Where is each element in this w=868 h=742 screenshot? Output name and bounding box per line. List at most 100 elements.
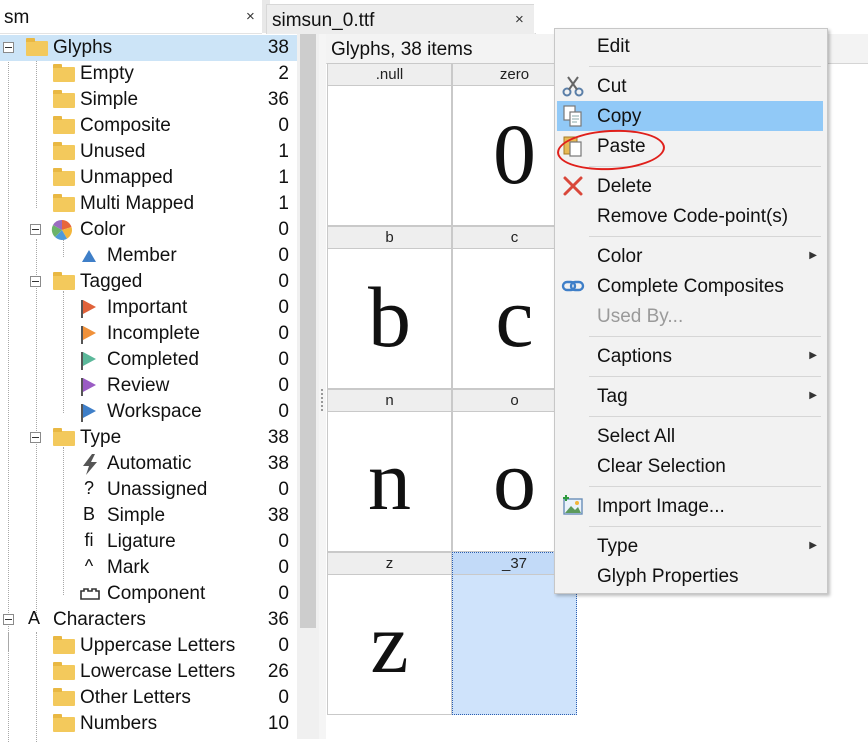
close-icon[interactable]: × [246,8,255,25]
tree-item-numbers[interactable]: Numbers 10 [0,711,297,737]
tree-item-count: 10 [267,713,289,734]
menu-item-delete[interactable]: Delete [557,171,823,201]
menu-item-glyph-properties[interactable]: Glyph Properties [557,561,823,591]
menu-item-color[interactable]: Color ▶ [557,241,823,271]
tree-item-member[interactable]: Member 0 [0,243,297,269]
tree-scrollbar[interactable] [297,34,319,739]
menu-item-copy[interactable]: Copy [557,101,823,131]
glyph-preview: z [370,595,409,691]
tree-item-empty[interactable]: Empty 2 [0,61,297,87]
tree-item-mark[interactable]: ^ Mark 0 [0,555,297,581]
close-icon[interactable]: × [515,11,524,28]
tree-item-label: Review [107,375,170,396]
tree-item-characters[interactable]: A Characters 36 [0,607,297,633]
tree-item-count: 0 [278,323,289,344]
tree-item-uppercase-letters[interactable]: Uppercase Letters 0 [0,633,297,659]
search-tab[interactable]: sm × [0,0,262,34]
triangle-icon [82,250,96,262]
grid-header-text: Glyphs, 38 items [331,39,473,60]
color-wheel-icon [51,219,72,240]
glyph-preview: b [368,269,411,365]
tree-item-type[interactable]: Type 38 [0,425,297,451]
collapse-icon[interactable] [30,224,41,235]
tree-item-count: 0 [278,245,289,266]
submenu-arrow-icon: ▶ [809,250,817,261]
collapse-icon[interactable] [30,432,41,443]
tree-item-count: 38 [267,37,289,58]
tree-item-ligature[interactable]: fi Ligature 0 [0,529,297,555]
menu-item-label: Captions [597,346,672,367]
tree-item-count: 0 [278,583,289,604]
collapse-icon[interactable] [30,276,41,287]
collapse-icon[interactable] [3,42,14,53]
tree-item-glyphs[interactable]: Glyphs 38 [0,35,297,61]
menu-separator [589,236,821,237]
tree-item-completed[interactable]: Completed 0 [0,347,297,373]
tree-item-label: Ligature [107,531,176,552]
image-icon [563,495,583,515]
menu-item-remove-codepoints[interactable]: Remove Code-point(s) [557,201,823,231]
folder-icon [53,168,75,186]
caret-icon: ^ [84,556,94,576]
tree-item-count: 0 [278,297,289,318]
tree-item-label: Empty [80,63,134,84]
glyph-cell[interactable]: n n [327,389,452,552]
tree-item-tagged[interactable]: Tagged 0 [0,269,297,295]
tree-item-count: 38 [267,453,289,474]
tree-item-color[interactable]: Color 0 [0,217,297,243]
tree-item-automatic[interactable]: Automatic 38 [0,451,297,477]
menu-separator [589,376,821,377]
tree-item-incomplete[interactable]: Incomplete 0 [0,321,297,347]
menu-item-label: Cut [597,76,627,97]
tree-item-label: Lowercase Letters [80,661,236,682]
submenu-arrow-icon: ▶ [809,540,817,551]
tree-item-unassigned[interactable]: ? Unassigned 0 [0,477,297,503]
tree-item-label: Mark [107,557,150,578]
delete-x-icon [563,176,583,196]
menu-item-select-all[interactable]: Select All [557,421,823,451]
tree-item-multi-mapped[interactable]: Multi Mapped 1 [0,191,297,217]
menu-item-edit[interactable]: Edit [557,31,823,61]
menu-item-cut[interactable]: Cut [557,71,823,101]
tree-item-unused[interactable]: Unused 1 [0,139,297,165]
tree-item-lowercase-letters[interactable]: Lowercase Letters 26 [0,659,297,685]
tree-item-label: Incomplete [107,323,200,344]
component-icon [80,588,100,600]
menu-item-clear-selection[interactable]: Clear Selection [557,451,823,481]
collapse-icon[interactable] [3,614,14,625]
menu-item-import-image[interactable]: Import Image... [557,491,823,521]
letter-a-icon: A [27,608,40,628]
search-value[interactable]: sm [4,7,29,29]
glyph-cell[interactable]: z z [327,552,452,715]
menu-item-captions[interactable]: Captions ▶ [557,341,823,371]
menu-item-type[interactable]: Type ▶ [557,531,823,561]
tree-item-count: 0 [278,375,289,396]
folder-icon [26,38,48,56]
menu-separator [589,416,821,417]
file-tab[interactable]: simsun_0.ttf × [266,4,536,35]
scrollbar-thumb[interactable] [300,34,316,628]
tree-item-count: 1 [278,141,289,162]
tree-item-count: 1 [278,193,289,214]
letter-b-icon: B [82,504,95,524]
tree-item-composite[interactable]: Composite 0 [0,113,297,139]
glyph-preview: n [368,432,411,528]
tree-item-count: 0 [278,401,289,422]
question-icon: ? [83,478,94,498]
tree-item-review[interactable]: Review 0 [0,373,297,399]
tree-item-unmapped[interactable]: Unmapped 1 [0,165,297,191]
menu-item-label: Remove Code-point(s) [597,206,789,227]
lightning-icon [83,454,97,475]
menu-item-tag[interactable]: Tag ▶ [557,381,823,411]
panel-splitter[interactable] [319,34,326,739]
menu-item-complete-composites[interactable]: Complete Composites [557,271,823,301]
tree-item-workspace[interactable]: Workspace 0 [0,399,297,425]
glyph-cell[interactable]: .null [327,63,452,226]
glyph-cell[interactable]: b b [327,226,452,389]
tree-item-simple-type[interactable]: B Simple 38 [0,503,297,529]
folder-icon [53,90,75,108]
tree-item-other-letters[interactable]: Other Letters 0 [0,685,297,711]
tree-item-important[interactable]: Important 0 [0,295,297,321]
tree-item-simple[interactable]: Simple 36 [0,87,297,113]
tree-item-component[interactable]: Component 0 [0,581,297,607]
